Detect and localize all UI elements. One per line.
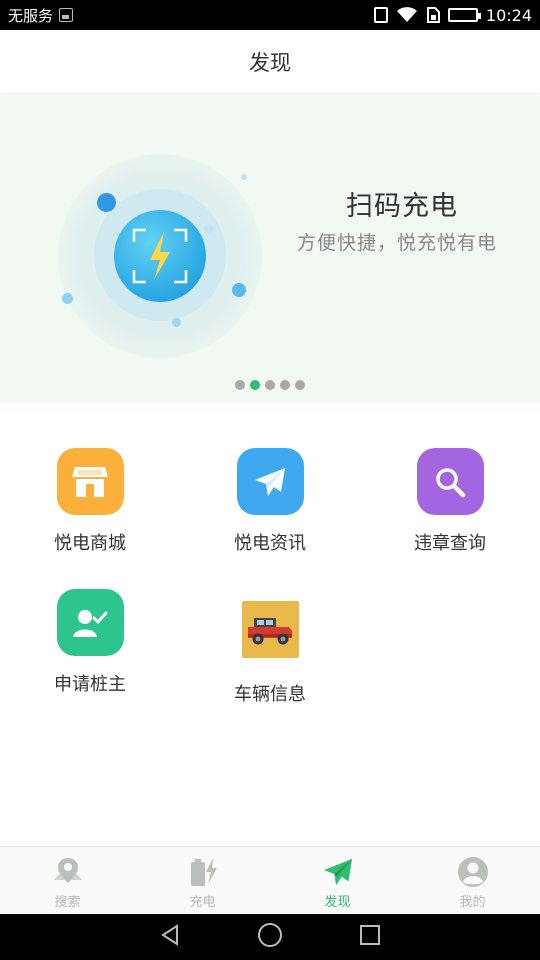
tab-label: 我的 [459, 894, 486, 910]
discover-screen: 无服务 10:24 发现 扫码充电 方便快捷，悦充悦有电 悦电商城 悦电资讯 违… [0, 0, 540, 960]
pager-dot[interactable] [295, 380, 305, 390]
clock-text: 10:24 [485, 5, 532, 25]
back-icon[interactable] [158, 923, 182, 951]
user-check-icon [56, 589, 124, 656]
store-icon [56, 448, 124, 515]
map-pin-icon [52, 856, 84, 888]
bubble-dot [62, 293, 73, 304]
grid-label: 车辆信息 [234, 684, 306, 705]
system-nav-bar [0, 914, 540, 960]
grid-item-apply-owner[interactable]: 申请桩主 [10, 589, 170, 696]
pager-dot-active[interactable] [250, 380, 260, 390]
grid-label: 悦电资讯 [234, 533, 306, 554]
carrier-text: 无服务 [8, 6, 54, 25]
vibrate-icon [373, 7, 388, 23]
banner-subtitle: 方便快捷，悦充悦有电 [297, 232, 498, 254]
battery-icon [447, 8, 481, 22]
grid-label: 申请桩主 [54, 674, 126, 695]
bubble-dot [204, 224, 213, 233]
grid-item-mall[interactable]: 悦电商城 [10, 448, 170, 555]
bubble-dot [172, 318, 181, 327]
pager-dot[interactable] [280, 380, 290, 390]
search-icon [416, 448, 484, 515]
bubble-dot [241, 174, 247, 180]
status-bar: 无服务 10:24 [0, 0, 540, 30]
grid-item-violation[interactable]: 违章查询 [370, 448, 530, 555]
paper-plane-icon [236, 448, 304, 515]
status-right: 10:24 [373, 5, 532, 25]
app-header: 发现 [0, 30, 540, 94]
tab-label: 充电 [189, 894, 216, 910]
grid-label: 违章查询 [414, 533, 486, 554]
wifi-icon [396, 7, 418, 23]
home-icon[interactable] [257, 922, 283, 952]
page-title: 发现 [249, 50, 291, 75]
banner-pager[interactable] [235, 380, 305, 390]
tab-discover[interactable]: 发现 [270, 847, 405, 914]
promo-banner[interactable]: 扫码充电 方便快捷，悦充悦有电 [0, 96, 540, 403]
jeep-icon [241, 601, 299, 658]
tab-label: 搜索 [54, 894, 81, 910]
tab-mine[interactable]: 我的 [405, 847, 540, 914]
pager-dot[interactable] [265, 380, 275, 390]
scan-charge-icon [114, 210, 206, 302]
bubble-dot [232, 283, 246, 297]
bottom-nav: 搜索 充电 发现 我的 [0, 846, 540, 914]
battery-charge-icon [187, 856, 219, 888]
grid-item-vehicle[interactable]: 车辆信息 [190, 589, 350, 706]
pager-dot[interactable] [235, 380, 245, 390]
sim-card-icon [426, 7, 440, 23]
paper-plane-icon [322, 856, 354, 888]
user-icon [457, 856, 489, 888]
banner-title: 扫码充电 [346, 191, 458, 222]
tab-charge[interactable]: 充电 [135, 847, 270, 914]
tab-search[interactable]: 搜索 [0, 847, 135, 914]
grid-label: 悦电商城 [54, 533, 126, 554]
grid-item-news[interactable]: 悦电资讯 [190, 448, 350, 555]
image-notification-icon [59, 8, 74, 22]
recents-icon[interactable] [358, 923, 382, 951]
bubble-dot [97, 193, 116, 212]
tab-label: 发现 [324, 894, 351, 910]
status-left: 无服务 [8, 5, 74, 26]
